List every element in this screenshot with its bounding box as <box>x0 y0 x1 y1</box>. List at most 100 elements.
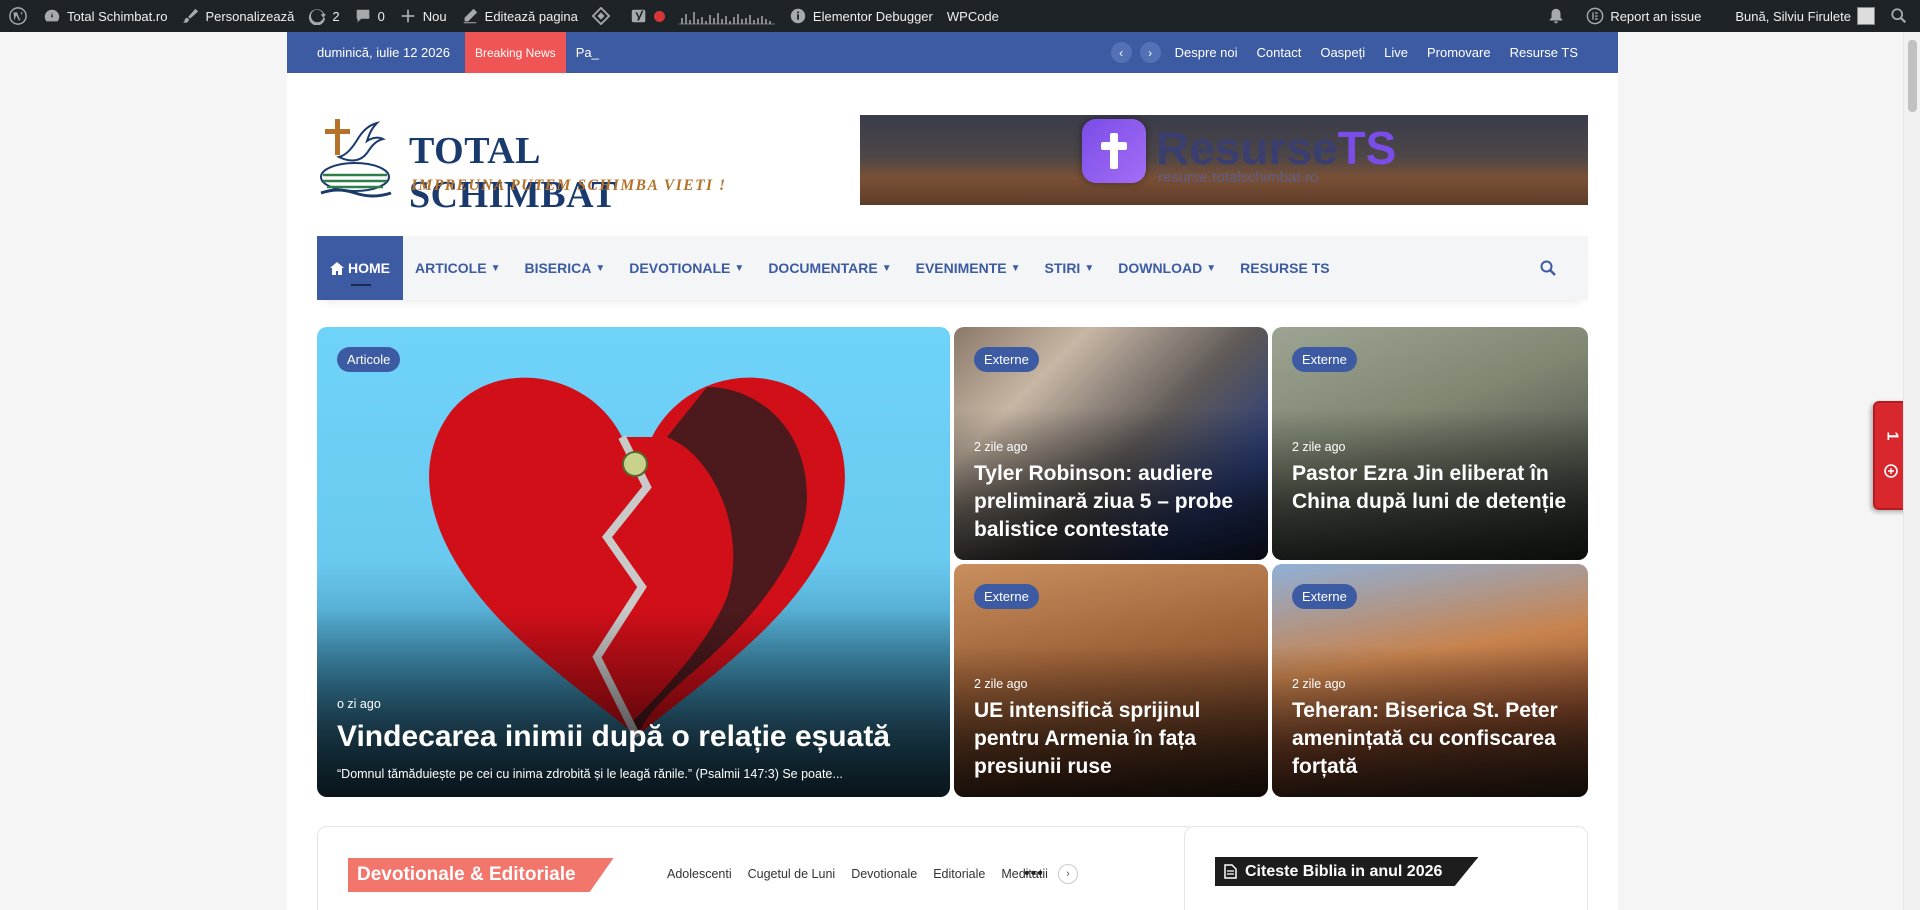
featured-main-title[interactable]: Vindecarea inimii după o relație eșuată <box>337 719 932 755</box>
sidebar-bible-widget: Citeste Biblia in anul 2026 <box>1184 826 1588 910</box>
ticker-prev-icon[interactable]: ‹ <box>1110 42 1132 63</box>
sidebar-widget-title-text: Citeste Biblia in anul 2026 <box>1245 862 1443 880</box>
top-link-live[interactable]: Live <box>1384 45 1408 60</box>
site-name-menu[interactable]: Total Schimbat.ro <box>36 0 174 32</box>
yoast-icon <box>630 7 648 25</box>
nav-devotionale[interactable]: DEVOTIONALE ▼ <box>617 236 756 300</box>
featured-main-date: o zi ago <box>337 697 381 711</box>
floating-tab-count: 1 <box>1883 431 1900 441</box>
featured-card-2-date: 2 zile ago <box>1292 440 1346 454</box>
nav-resurse-ts[interactable]: RESURSE TS <box>1228 236 1341 300</box>
nav-articole[interactable]: ARTICOLE ▼ <box>403 236 512 300</box>
nav-evenimente[interactable]: EVENIMENTE ▼ <box>904 236 1033 300</box>
report-issue-label: Report an issue <box>1610 8 1702 24</box>
new-content-button[interactable]: Nou <box>392 0 454 32</box>
document-icon <box>1224 864 1237 879</box>
admin-bar: Total Schimbat.ro Personalizează 2 0 Nou… <box>0 0 1920 32</box>
devotionale-section-title[interactable]: Devotionale & Editoriale <box>348 858 614 892</box>
nav-download[interactable]: DOWNLOAD ▼ <box>1106 236 1228 300</box>
featured-card-3-title[interactable]: UE intensifică sprijinul pentru Armenia … <box>974 697 1250 781</box>
featured-main-post[interactable]: Articole o zi ago Vindecarea inimii după… <box>317 327 950 797</box>
updates-button[interactable]: 2 <box>301 0 346 32</box>
top-bar: duminică, iulie 12 2026 Breaking News Pa… <box>287 32 1618 73</box>
top-bar-date: duminică, iulie 12 2026 <box>317 45 450 60</box>
top-link-despre-noi[interactable]: Despre noi <box>1175 45 1238 60</box>
nav-documentare-label: DOCUMENTARE <box>768 260 878 276</box>
top-link-contact[interactable]: Contact <box>1257 45 1302 60</box>
featured-card-1-title[interactable]: Tyler Robinson: audiere preliminară ziua… <box>974 460 1250 544</box>
notifications-button[interactable] <box>1533 0 1579 32</box>
site-name-label: Total Schimbat.ro <box>67 8 168 24</box>
nav-evenimente-label: EVENIMENTE <box>915 260 1007 276</box>
featured-card-3-date: 2 zile ago <box>974 677 1028 691</box>
nav-search-button[interactable] <box>1528 236 1568 300</box>
bell-icon <box>1547 7 1565 25</box>
featured-card-1[interactable]: Externe 2 zile ago Tyler Robinson: audie… <box>954 327 1268 560</box>
chevron-down-icon: ▼ <box>1084 262 1095 274</box>
report-issue-button[interactable]: Report an issue <box>1579 0 1708 32</box>
yoast-seo-button[interactable] <box>623 0 672 32</box>
tab-cugetul-de-luni[interactable]: Cugetul de Luni <box>748 867 836 881</box>
nav-biserica[interactable]: BISERICA ▼ <box>512 236 617 300</box>
updates-icon <box>308 7 327 25</box>
nav-biserica-label: BISERICA <box>524 260 592 276</box>
wpcode-button[interactable]: WPCode <box>940 0 1006 32</box>
chevron-down-icon: ▼ <box>1206 262 1217 274</box>
elementor-icon <box>1586 7 1604 25</box>
share-icon <box>1884 464 1898 478</box>
featured-card-1-category[interactable]: Externe <box>974 347 1039 372</box>
nav-download-label: DOWNLOAD <box>1118 260 1203 276</box>
nav-documentare[interactable]: DOCUMENTARE ▼ <box>756 236 903 300</box>
comments-button[interactable]: 0 <box>347 0 392 32</box>
featured-card-4[interactable]: Externe 2 zile ago Teheran: Biserica St.… <box>1272 564 1588 797</box>
banner-title: ResurseTS <box>1156 121 1396 175</box>
my-account-menu[interactable]: Bună, Silviu Firulete <box>1728 0 1882 32</box>
tab-adolescenti[interactable]: Adolescenti <box>667 867 732 881</box>
featured-main-category[interactable]: Articole <box>337 347 401 372</box>
nav-home[interactable]: HOME <box>317 236 403 300</box>
breaking-news-label: Breaking News <box>464 32 566 73</box>
stats-sparkline[interactable] <box>672 0 782 32</box>
comments-count: 0 <box>377 8 385 24</box>
nav-stiri-label: STIRI <box>1044 260 1081 276</box>
featured-main-excerpt: “Domnul tămăduiește pe cei cu inima zdro… <box>337 767 843 781</box>
top-link-promovare[interactable]: Promovare <box>1427 45 1491 60</box>
site-brand-name: TOTAL SCHIMBAT <box>409 130 618 216</box>
admin-search-button[interactable] <box>1882 0 1920 32</box>
top-link-oaspeti[interactable]: Oaspeți <box>1320 45 1365 60</box>
featured-card-3-category[interactable]: Externe <box>974 584 1039 609</box>
next-page-icon[interactable]: › <box>1058 864 1078 884</box>
nav-home-label: HOME <box>348 260 390 276</box>
edit-page-button[interactable]: Editează pagina <box>454 0 585 32</box>
featured-card-2-title[interactable]: Pastor Ezra Jin eliberat în China după l… <box>1292 460 1570 516</box>
chevron-down-icon: ▼ <box>1010 262 1021 274</box>
sidebar-widget-title[interactable]: Citeste Biblia in anul 2026 <box>1215 857 1479 886</box>
tab-editoriale[interactable]: Editoriale <box>933 867 985 881</box>
info-icon <box>789 7 807 25</box>
top-links: Despre noi Contact Oaspeți Live Promovar… <box>1175 45 1578 60</box>
more-tabs-button[interactable]: ••• <box>1024 865 1044 883</box>
breaking-news-ticker[interactable]: Pa_ <box>576 45 599 60</box>
ticker-next-icon[interactable]: › <box>1139 42 1161 63</box>
search-icon <box>1890 7 1908 25</box>
page-scrollbar[interactable] <box>1903 32 1920 910</box>
customize-button[interactable]: Personalizează <box>174 0 301 32</box>
customize-label: Personalizează <box>205 8 295 24</box>
dove-cross-logo-icon <box>320 119 392 198</box>
featured-card-2[interactable]: Externe 2 zile ago Pastor Ezra Jin elibe… <box>1272 327 1588 560</box>
resurse-ts-banner[interactable]: ResurseTS resurse.totalschimbat.ro <box>860 115 1588 205</box>
site-logo[interactable]: TOTAL SCHIMBAT IMPREUNA PUTEM SCHIMBA VI… <box>317 115 737 216</box>
nav-stiri[interactable]: STIRI ▼ <box>1033 236 1107 300</box>
featured-card-2-category[interactable]: Externe <box>1292 347 1357 372</box>
elementor-debugger-button[interactable]: Elementor Debugger <box>782 0 940 32</box>
chevron-down-icon: ▼ <box>595 262 606 274</box>
dashboard-icon <box>43 7 61 25</box>
scrollbar-thumb[interactable] <box>1908 40 1917 112</box>
top-link-resurse-ts[interactable]: Resurse TS <box>1510 45 1578 60</box>
featured-card-3[interactable]: Externe 2 zile ago UE intensifică spriji… <box>954 564 1268 797</box>
tab-devotionale[interactable]: Devotionale <box>851 867 917 881</box>
featured-card-4-category[interactable]: Externe <box>1292 584 1357 609</box>
wordpress-logo-button[interactable] <box>0 0 36 32</box>
featured-card-4-title[interactable]: Teheran: Biserica St. Peter amenințată c… <box>1292 697 1570 781</box>
diamond-plugin-button[interactable] <box>585 0 623 32</box>
